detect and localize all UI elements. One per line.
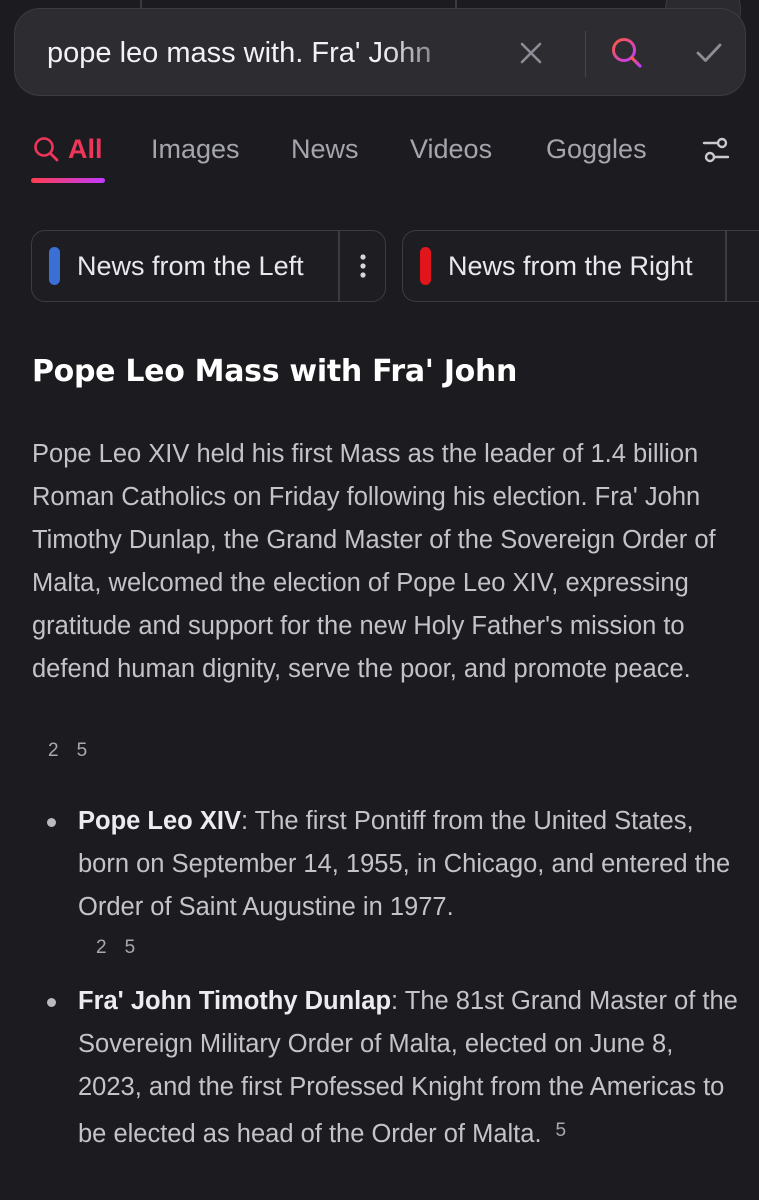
search-icon: [34, 137, 59, 162]
tab-videos[interactable]: Videos: [410, 132, 492, 166]
bullet-term: Pope Leo XIV: [78, 807, 241, 835]
summary-citations: 2 5: [48, 740, 87, 762]
tab-news[interactable]: News: [291, 132, 359, 166]
answer-summary: Pope Leo XIV held his first Mass as the …: [32, 440, 716, 683]
tab-label: All: [68, 134, 103, 164]
search-results-page: pope leo mass with. Fra' John All Images…: [0, 0, 759, 1200]
tab-images[interactable]: Images: [151, 132, 240, 166]
citation-link[interactable]: 5: [77, 740, 88, 762]
check-icon: [696, 43, 722, 62]
chip-divider: [725, 231, 727, 301]
more-vertical-icon: [360, 254, 366, 278]
goggle-left-label: News from the Left: [77, 250, 304, 281]
result-type-tabs: All Images News Videos Goggles: [0, 120, 759, 190]
citation-link[interactable]: 5: [556, 1120, 567, 1141]
goggle-right-label: News from the Right: [448, 250, 693, 281]
goggle-chip-left[interactable]: News from the Left: [31, 230, 386, 302]
bullet-dot: [47, 998, 56, 1007]
bullet-text: Fra' John Timothy Dunlap: The 81st Grand…: [78, 980, 738, 1156]
sliders-icon: [702, 137, 730, 163]
citation-link[interactable]: 2: [48, 740, 59, 762]
goggle-options-button[interactable]: [340, 231, 386, 301]
toolbar-divider: [140, 0, 142, 8]
goggle-chip-right[interactable]: News from the Right: [402, 230, 759, 302]
left-color-bar: [49, 247, 60, 285]
citation-link[interactable]: 2: [96, 937, 107, 959]
bullet-term: Fra' John Timothy Dunlap: [78, 987, 392, 1015]
answer-title: Pope Leo Mass with Fra' John: [32, 354, 518, 389]
filters-button[interactable]: [700, 134, 732, 166]
search-button[interactable]: [607, 33, 647, 73]
active-tab-indicator: [31, 178, 105, 183]
close-icon: [520, 42, 542, 64]
submit-button[interactable]: [691, 35, 727, 71]
search-bar: pope leo mass with. Fra' John: [14, 8, 746, 96]
search-bar-divider: [585, 31, 586, 77]
search-input[interactable]: pope leo mass with. Fra' John: [47, 33, 477, 73]
tab-all[interactable]: All: [32, 132, 103, 166]
citation-link[interactable]: 5: [125, 937, 136, 959]
search-icon: [612, 38, 642, 68]
bullet-citations: 2 5: [96, 937, 135, 959]
tab-goggles[interactable]: Goggles: [546, 132, 647, 166]
clear-search-button[interactable]: [513, 35, 549, 71]
right-color-bar: [420, 247, 431, 285]
bullet-text: Pope Leo XIV: The first Pontiff from the…: [78, 800, 738, 929]
bullet-dot: [47, 818, 56, 827]
toolbar-divider: [455, 0, 457, 8]
